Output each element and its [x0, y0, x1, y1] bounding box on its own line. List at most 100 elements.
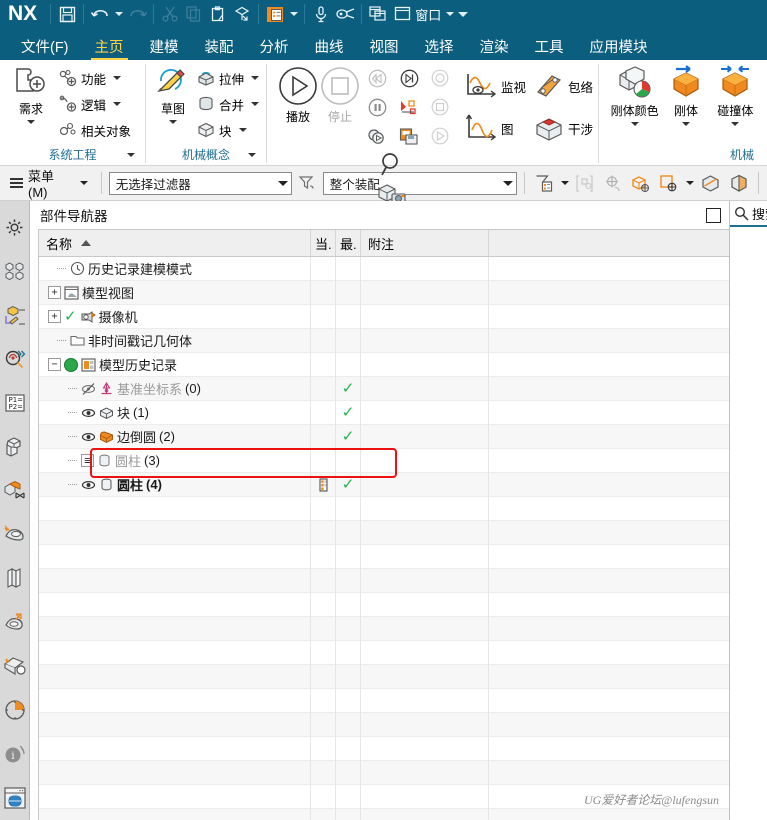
chevron-down-icon[interactable]	[681, 122, 690, 126]
chevron-down-icon[interactable]	[27, 120, 35, 124]
table-row[interactable]: 历史记录建模模式	[39, 257, 729, 281]
table-row-empty[interactable]	[39, 545, 729, 569]
mechatronics-icon[interactable]	[0, 469, 30, 513]
information-icon[interactable]: i	[0, 732, 30, 776]
chevron-down-icon[interactable]	[238, 128, 247, 132]
qat-overflow-caret[interactable]	[456, 2, 469, 26]
measure-icon[interactable]	[333, 2, 357, 26]
table-row-suppressed-cylinder[interactable]: ≡ 圆柱 (3)	[39, 449, 729, 473]
table-row-empty[interactable]	[39, 617, 729, 641]
column-header-spare[interactable]	[489, 230, 729, 256]
display-icon[interactable]	[263, 2, 287, 26]
column-header-name[interactable]: 名称	[39, 230, 311, 256]
table-row[interactable]: 边倒圆 (2) ✓	[39, 425, 729, 449]
block-button[interactable]: 块	[195, 117, 261, 143]
menu-button[interactable]: 菜单(M)	[4, 169, 94, 200]
sketch-button[interactable]: 草图	[151, 63, 195, 124]
cut-icon[interactable]	[158, 2, 182, 26]
row-name-cell[interactable]: 圆柱 (4)	[39, 473, 311, 497]
step-forward-icon[interactable]	[400, 69, 419, 91]
row-name-cell[interactable]: 非时间戳记几何体	[39, 329, 311, 353]
table-row-empty[interactable]	[39, 809, 729, 820]
group-expand-caret[interactable]	[248, 152, 256, 157]
trace-icon[interactable]	[399, 98, 419, 120]
table-row-empty[interactable]	[39, 665, 729, 689]
dock-pin-icon[interactable]	[706, 207, 721, 223]
logic-button[interactable]: 逻辑	[57, 91, 133, 117]
paste-icon[interactable]	[206, 2, 230, 26]
chevron-down-icon[interactable]	[79, 181, 88, 185]
select-solid-icon[interactable]	[629, 171, 654, 195]
row-name-cell[interactable]: + 模型视图	[39, 281, 311, 305]
chevron-down-icon[interactable]	[251, 102, 259, 106]
row-name-cell[interactable]: 块 (1)	[39, 401, 311, 425]
tab-select[interactable]: 选择	[412, 40, 467, 61]
selection-filter-combo[interactable]: 无选择过滤器	[108, 171, 293, 195]
row-name-cell[interactable]: 基准坐标系 (0)	[39, 377, 311, 401]
table-row[interactable]: − 模型历史记录	[39, 353, 729, 377]
interference-button[interactable]: 干涉	[532, 107, 595, 149]
assembly-navigator-icon[interactable]	[0, 206, 30, 250]
undo-dropdown-caret[interactable]	[112, 2, 125, 26]
column-header-current[interactable]: 当.	[311, 230, 336, 256]
redo-icon[interactable]	[125, 2, 149, 26]
table-row-empty[interactable]	[39, 569, 729, 593]
chevron-down-icon[interactable]	[731, 122, 740, 126]
requirement-button[interactable]: 需求	[5, 63, 57, 124]
unite-button[interactable]: 合并	[195, 91, 261, 117]
constraint-navigator-icon[interactable]	[0, 250, 30, 294]
section-icon[interactable]	[726, 171, 751, 195]
tab-render[interactable]: 渲染	[467, 40, 522, 61]
row-name-cell[interactable]: 边倒圆 (2)	[39, 425, 311, 449]
search-tab[interactable]: 搜索	[730, 201, 767, 227]
table-row[interactable]: 基准坐标系 (0) ✓	[39, 377, 729, 401]
zoom-icon[interactable]	[378, 152, 408, 181]
table-row-empty[interactable]	[39, 689, 729, 713]
row-name-cell[interactable]: − 模型历史记录	[39, 353, 311, 377]
library-icon[interactable]	[0, 557, 30, 601]
select-face-icon[interactable]	[657, 171, 682, 195]
save-icon[interactable]	[55, 2, 79, 26]
table-row-empty[interactable]	[39, 521, 729, 545]
tab-analysis[interactable]: 分析	[247, 40, 302, 61]
collapse-toggle[interactable]: −	[48, 358, 61, 371]
tab-curve[interactable]: 曲线	[302, 40, 357, 61]
table-row[interactable]: + ✓ 摄像机	[39, 305, 729, 329]
rigid-body-button[interactable]: 刚体	[662, 63, 709, 126]
row-name-cell[interactable]: ≡ 圆柱 (3)	[39, 449, 311, 473]
collision-body-button[interactable]: 碰撞体	[710, 63, 761, 126]
undo-icon[interactable]	[88, 2, 112, 26]
runtime-navigator-icon[interactable]	[0, 601, 30, 645]
web-browser-icon[interactable]	[0, 776, 30, 820]
tab-application[interactable]: 应用模块	[577, 40, 661, 61]
reuse-library-icon[interactable]	[0, 338, 30, 382]
chevron-down-icon[interactable]	[113, 102, 122, 106]
chevron-down-icon[interactable]	[168, 120, 177, 124]
expression-icon[interactable]: P1= P2=	[0, 381, 30, 425]
chevron-down-icon[interactable]	[251, 76, 259, 80]
chevron-down-icon[interactable]	[113, 76, 122, 80]
extrude-button[interactable]: 拉伸	[195, 65, 261, 91]
graph-button[interactable]: 图	[463, 107, 528, 149]
part-navigator-tree[interactable]: 名称 当. 最. 附注 历史记录建模模式 + 模型视图 + ✓ 摄像机 非时间戳…	[38, 229, 729, 820]
voice-command-icon[interactable]	[309, 2, 333, 26]
row-name-cell[interactable]: + ✓ 摄像机	[39, 305, 311, 329]
signal-mapping-icon[interactable]	[0, 645, 30, 689]
window-menu-label[interactable]: 窗口	[414, 5, 443, 24]
save-snapshot-icon[interactable]	[399, 127, 419, 149]
window-dropdown-caret[interactable]	[443, 2, 456, 26]
table-row[interactable]: 非时间戳记几何体	[39, 329, 729, 353]
related-object-button[interactable]: 相关对象	[57, 117, 133, 143]
model-view-palette-icon[interactable]	[0, 425, 30, 469]
tab-modeling[interactable]: 建模	[137, 40, 192, 61]
play-button[interactable]: 播放	[277, 63, 319, 125]
column-header-latest[interactable]: 最.	[336, 230, 361, 256]
table-row-empty[interactable]	[39, 641, 729, 665]
part-navigator-icon[interactable]	[0, 294, 30, 338]
table-row-empty[interactable]	[39, 593, 729, 617]
suppressed-icon[interactable]: ≡	[81, 454, 94, 467]
function-button[interactable]: 功能	[57, 65, 133, 91]
table-row-empty[interactable]	[39, 761, 729, 785]
column-header-note[interactable]: 附注	[361, 230, 489, 256]
tab-view[interactable]: 视图	[357, 40, 412, 61]
